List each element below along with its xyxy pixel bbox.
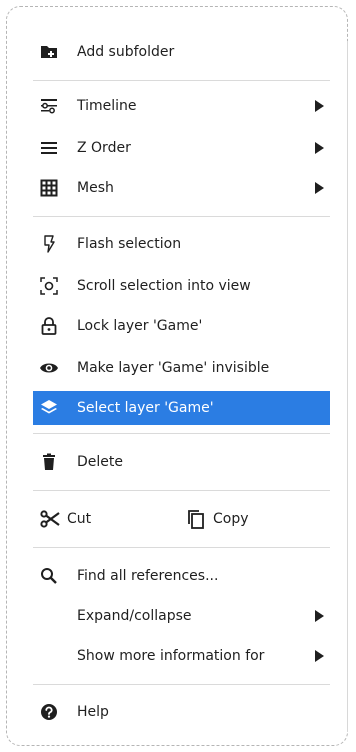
menu-item-z-order[interactable]: Z Order <box>33 132 330 164</box>
separator <box>33 216 330 217</box>
separator <box>33 433 330 434</box>
menu-item-flash-selection[interactable]: Flash selection <box>33 228 330 260</box>
chevron-right-icon <box>315 100 324 112</box>
menu-item-label: Copy <box>213 511 249 527</box>
menu-item-label: Flash selection <box>77 236 182 252</box>
menu-item-label: Add subfolder <box>77 44 175 60</box>
copy-icon <box>185 508 207 530</box>
menu-item-label: Show more information for <box>77 648 265 664</box>
menu-item-label: Delete <box>77 454 123 470</box>
menu-item-label: Lock layer 'Game' <box>77 318 203 334</box>
menu-item-copy[interactable]: Copy <box>185 503 249 535</box>
menu-item-label: Z Order <box>77 140 131 156</box>
folder-plus-icon <box>39 42 59 62</box>
menu-item-label: Find all references... <box>77 568 219 584</box>
chevron-right-icon <box>315 650 324 662</box>
chevron-right-icon <box>315 182 324 194</box>
menu-item-cut[interactable]: Cut <box>39 503 91 535</box>
grid-icon <box>39 178 59 198</box>
eye-icon <box>39 358 59 378</box>
separator <box>33 80 330 81</box>
chevron-right-icon <box>315 610 324 622</box>
menu-item-label: Scroll selection into view <box>77 278 251 294</box>
menu-item-label: Help <box>77 704 109 720</box>
trash-icon <box>39 452 59 472</box>
menu-item-label: Make layer 'Game' invisible <box>77 360 270 376</box>
menu-item-timeline[interactable]: Timeline <box>33 90 330 122</box>
separator <box>33 684 330 685</box>
menu-item-make-invisible[interactable]: Make layer 'Game' invisible <box>33 352 330 384</box>
flash-icon <box>39 234 59 254</box>
menu-item-expand-collapse[interactable]: Expand/collapse <box>33 600 330 632</box>
lock-icon <box>39 316 59 336</box>
timeline-icon <box>39 96 59 116</box>
menu-item-lock-layer[interactable]: Lock layer 'Game' <box>33 310 330 342</box>
scissors-icon <box>39 508 61 530</box>
menu-item-select-layer[interactable]: Select layer 'Game' <box>33 391 330 425</box>
menu-item-label: Select layer 'Game' <box>77 400 214 416</box>
menu-item-label: Expand/collapse <box>77 608 192 624</box>
target-icon <box>39 276 59 296</box>
menu-item-scroll-selection[interactable]: Scroll selection into view <box>33 270 330 302</box>
menu-item-label: Timeline <box>77 98 137 114</box>
menu-scrollbar[interactable] <box>347 41 348 731</box>
menu-item-add-subfolder[interactable]: Add subfolder <box>33 36 330 68</box>
search-icon <box>39 566 59 586</box>
menu-item-find-references[interactable]: Find all references... <box>33 560 330 592</box>
menu-item-delete[interactable]: Delete <box>33 446 330 478</box>
layers-icon <box>39 398 59 418</box>
menu-item-mesh[interactable]: Mesh <box>33 172 330 204</box>
separator <box>33 547 330 548</box>
separator <box>33 490 330 491</box>
chevron-right-icon <box>315 142 324 154</box>
menu-item-help[interactable]: Help <box>33 696 330 728</box>
menu-item-show-more-info[interactable]: Show more information for <box>33 640 330 672</box>
list-lines-icon <box>39 138 59 158</box>
menu-item-label: Mesh <box>77 180 114 196</box>
help-icon <box>39 702 59 722</box>
menu-item-label: Cut <box>67 511 92 527</box>
